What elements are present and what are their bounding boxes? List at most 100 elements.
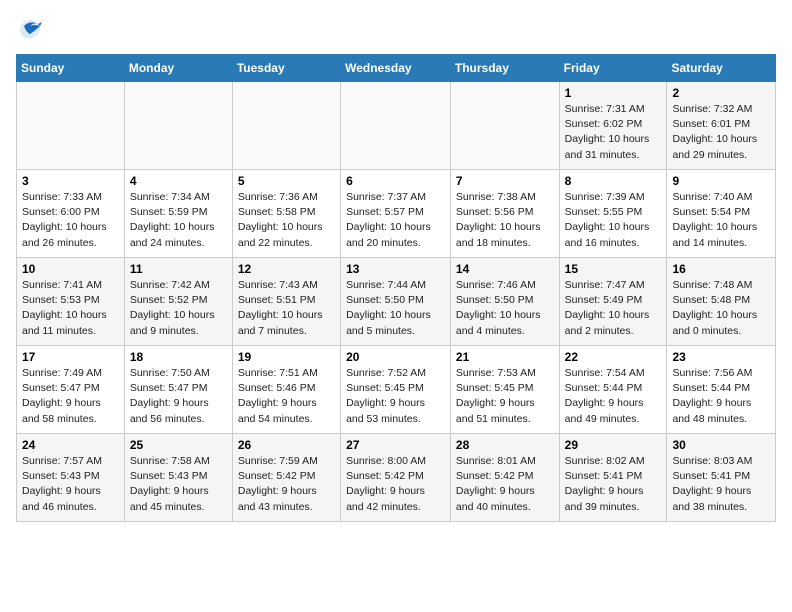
day-number: 7 [456, 174, 554, 188]
day-number: 22 [565, 350, 662, 364]
day-info: Sunrise: 8:01 AMSunset: 5:42 PMDaylight:… [456, 454, 554, 515]
weekday-header: Thursday [450, 55, 559, 82]
day-info: Sunrise: 7:56 AMSunset: 5:44 PMDaylight:… [672, 366, 770, 427]
day-number: 16 [672, 262, 770, 276]
calendar-cell: 13 Sunrise: 7:44 AMSunset: 5:50 PMDayligh… [341, 258, 451, 346]
day-info: Sunrise: 7:51 AMSunset: 5:46 PMDaylight:… [238, 366, 335, 427]
calendar-cell [17, 82, 125, 170]
calendar-cell: 12 Sunrise: 7:43 AMSunset: 5:51 PMDayligh… [232, 258, 340, 346]
weekday-header: Wednesday [341, 55, 451, 82]
calendar-week-row: 24 Sunrise: 7:57 AMSunset: 5:43 PMDayligh… [17, 434, 776, 522]
calendar-cell: 22 Sunrise: 7:54 AMSunset: 5:44 PMDayligh… [559, 346, 667, 434]
day-info: Sunrise: 7:52 AMSunset: 5:45 PMDaylight:… [346, 366, 445, 427]
day-info: Sunrise: 7:42 AMSunset: 5:52 PMDaylight:… [130, 278, 227, 339]
day-info: Sunrise: 7:36 AMSunset: 5:58 PMDaylight:… [238, 190, 335, 251]
day-info: Sunrise: 8:00 AMSunset: 5:42 PMDaylight:… [346, 454, 445, 515]
calendar-cell: 17 Sunrise: 7:49 AMSunset: 5:47 PMDayligh… [17, 346, 125, 434]
calendar-cell: 24 Sunrise: 7:57 AMSunset: 5:43 PMDayligh… [17, 434, 125, 522]
day-number: 28 [456, 438, 554, 452]
day-info: Sunrise: 7:47 AMSunset: 5:49 PMDaylight:… [565, 278, 662, 339]
day-info: Sunrise: 7:46 AMSunset: 5:50 PMDaylight:… [456, 278, 554, 339]
day-number: 19 [238, 350, 335, 364]
day-info: Sunrise: 8:02 AMSunset: 5:41 PMDaylight:… [565, 454, 662, 515]
day-info: Sunrise: 7:54 AMSunset: 5:44 PMDaylight:… [565, 366, 662, 427]
calendar-cell: 8 Sunrise: 7:39 AMSunset: 5:55 PMDaylight… [559, 170, 667, 258]
day-number: 4 [130, 174, 227, 188]
calendar-cell [124, 82, 232, 170]
calendar-cell: 5 Sunrise: 7:36 AMSunset: 5:58 PMDaylight… [232, 170, 340, 258]
day-number: 27 [346, 438, 445, 452]
day-info: Sunrise: 8:03 AMSunset: 5:41 PMDaylight:… [672, 454, 770, 515]
day-number: 23 [672, 350, 770, 364]
day-info: Sunrise: 7:59 AMSunset: 5:42 PMDaylight:… [238, 454, 335, 515]
calendar-cell: 23 Sunrise: 7:56 AMSunset: 5:44 PMDayligh… [667, 346, 776, 434]
calendar-week-row: 10Sunrise: 7:41 AMSunset: 5:53 PMDayligh… [17, 258, 776, 346]
day-number: 3 [22, 174, 119, 188]
calendar-cell: 14Sunrise: 7:46 AMSunset: 5:50 PMDayligh… [450, 258, 559, 346]
weekday-header: Tuesday [232, 55, 340, 82]
calendar-table: SundayMondayTuesdayWednesdayThursdayFrid… [16, 54, 776, 522]
day-info: Sunrise: 7:33 AMSunset: 6:00 PMDaylight:… [22, 190, 119, 251]
calendar-cell: 9Sunrise: 7:40 AMSunset: 5:54 PMDaylight… [667, 170, 776, 258]
calendar-cell: 1 Sunrise: 7:31 AMSunset: 6:02 PMDaylight… [559, 82, 667, 170]
calendar-cell: 29 Sunrise: 8:02 AMSunset: 5:41 PMDayligh… [559, 434, 667, 522]
weekday-header: Sunday [17, 55, 125, 82]
day-number: 13 [346, 262, 445, 276]
calendar-cell: 26Sunrise: 7:59 AMSunset: 5:42 PMDayligh… [232, 434, 340, 522]
logo [16, 16, 48, 44]
day-number: 21 [456, 350, 554, 364]
calendar-cell: 15 Sunrise: 7:47 AMSunset: 5:49 PMDayligh… [559, 258, 667, 346]
day-info: Sunrise: 7:43 AMSunset: 5:51 PMDaylight:… [238, 278, 335, 339]
calendar-cell: 28 Sunrise: 8:01 AMSunset: 5:42 PMDayligh… [450, 434, 559, 522]
day-number: 24 [22, 438, 119, 452]
calendar-cell: 2 Sunrise: 7:32 AMSunset: 6:01 PMDaylight… [667, 82, 776, 170]
day-number: 15 [565, 262, 662, 276]
day-number: 5 [238, 174, 335, 188]
day-number: 8 [565, 174, 662, 188]
day-info: Sunrise: 7:40 AMSunset: 5:54 PMDaylight:… [672, 190, 770, 251]
calendar-cell: 4 Sunrise: 7:34 AMSunset: 5:59 PMDaylight… [124, 170, 232, 258]
day-number: 30 [672, 438, 770, 452]
weekday-header: Monday [124, 55, 232, 82]
day-info: Sunrise: 7:39 AMSunset: 5:55 PMDaylight:… [565, 190, 662, 251]
day-info: Sunrise: 7:58 AMSunset: 5:43 PMDaylight:… [130, 454, 227, 515]
calendar-week-row: 3 Sunrise: 7:33 AMSunset: 6:00 PMDaylight… [17, 170, 776, 258]
day-info: Sunrise: 7:50 AMSunset: 5:47 PMDaylight:… [130, 366, 227, 427]
calendar-cell: 19 Sunrise: 7:51 AMSunset: 5:46 PMDayligh… [232, 346, 340, 434]
day-number: 17 [22, 350, 119, 364]
calendar-cell: 16 Sunrise: 7:48 AMSunset: 5:48 PMDayligh… [667, 258, 776, 346]
calendar-cell: 10Sunrise: 7:41 AMSunset: 5:53 PMDayligh… [17, 258, 125, 346]
day-info: Sunrise: 7:32 AMSunset: 6:01 PMDaylight:… [672, 102, 770, 163]
calendar-week-row: 1 Sunrise: 7:31 AMSunset: 6:02 PMDaylight… [17, 82, 776, 170]
page-header [16, 16, 776, 44]
day-number: 11 [130, 262, 227, 276]
calendar-cell: 21 Sunrise: 7:53 AMSunset: 5:45 PMDayligh… [450, 346, 559, 434]
calendar-cell: 30 Sunrise: 8:03 AMSunset: 5:41 PMDayligh… [667, 434, 776, 522]
day-info: Sunrise: 7:57 AMSunset: 5:43 PMDaylight:… [22, 454, 119, 515]
calendar-cell [232, 82, 340, 170]
day-info: Sunrise: 7:44 AMSunset: 5:50 PMDaylight:… [346, 278, 445, 339]
calendar-cell: 20 Sunrise: 7:52 AMSunset: 5:45 PMDayligh… [341, 346, 451, 434]
day-number: 20 [346, 350, 445, 364]
calendar-cell: 6Sunrise: 7:37 AMSunset: 5:57 PMDaylight… [341, 170, 451, 258]
day-number: 25 [130, 438, 227, 452]
day-info: Sunrise: 7:34 AMSunset: 5:59 PMDaylight:… [130, 190, 227, 251]
weekday-header: Saturday [667, 55, 776, 82]
day-info: Sunrise: 7:53 AMSunset: 5:45 PMDaylight:… [456, 366, 554, 427]
day-info: Sunrise: 7:49 AMSunset: 5:47 PMDaylight:… [22, 366, 119, 427]
calendar-cell: 7 Sunrise: 7:38 AMSunset: 5:56 PMDaylight… [450, 170, 559, 258]
day-number: 12 [238, 262, 335, 276]
calendar-cell [450, 82, 559, 170]
day-number: 2 [672, 86, 770, 100]
calendar-header-row: SundayMondayTuesdayWednesdayThursdayFrid… [17, 55, 776, 82]
day-info: Sunrise: 7:48 AMSunset: 5:48 PMDaylight:… [672, 278, 770, 339]
weekday-header: Friday [559, 55, 667, 82]
day-number: 6 [346, 174, 445, 188]
day-number: 29 [565, 438, 662, 452]
calendar-cell: 25 Sunrise: 7:58 AMSunset: 5:43 PMDayligh… [124, 434, 232, 522]
logo-icon [16, 16, 44, 44]
calendar-cell: 27 Sunrise: 8:00 AMSunset: 5:42 PMDayligh… [341, 434, 451, 522]
day-number: 1 [565, 86, 662, 100]
day-info: Sunrise: 7:38 AMSunset: 5:56 PMDaylight:… [456, 190, 554, 251]
day-info: Sunrise: 7:31 AMSunset: 6:02 PMDaylight:… [565, 102, 662, 163]
